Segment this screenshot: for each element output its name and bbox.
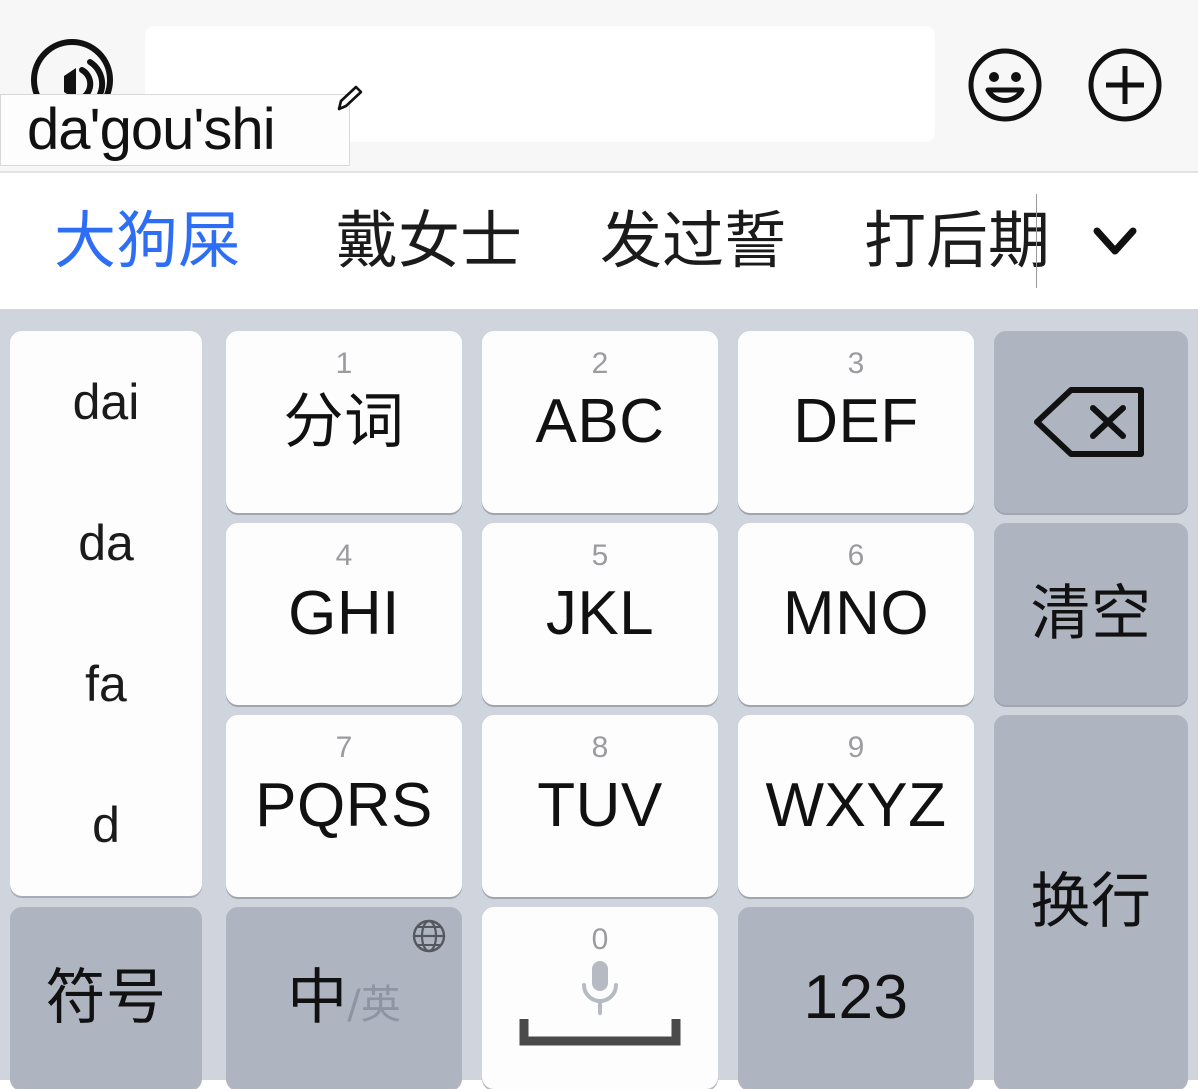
numeric-key-label: 123 bbox=[803, 963, 909, 1032]
space-key-number: 0 bbox=[591, 923, 609, 956]
symbols-key[interactable]: 符号 bbox=[10, 907, 202, 1089]
key-1-label: 分词 bbox=[283, 387, 405, 457]
key-4-ghi[interactable]: 4 GHI bbox=[226, 523, 462, 705]
key-1-fenci[interactable]: 1 分词 bbox=[226, 331, 462, 513]
key-8-tuv[interactable]: 8 TUV bbox=[482, 715, 718, 897]
key-1-number: 1 bbox=[335, 347, 353, 380]
pencil-icon[interactable] bbox=[330, 82, 366, 118]
composing-text-popup[interactable]: da'gou'shi bbox=[0, 94, 350, 166]
backspace-delete-icon bbox=[1034, 387, 1144, 457]
key-7-label: PQRS bbox=[255, 771, 433, 840]
space-key-inner: 0 bbox=[482, 907, 718, 1089]
key-6-number: 6 bbox=[847, 539, 865, 572]
chevron-down-icon bbox=[1093, 227, 1137, 255]
key-7-pqrs[interactable]: 7 PQRS bbox=[226, 715, 462, 897]
candidate-bar: 大狗屎 戴女士 发过誓 打后期 bbox=[0, 173, 1198, 309]
candidate-item-1[interactable]: 戴女士 bbox=[336, 210, 522, 272]
key-2-number: 2 bbox=[591, 347, 609, 380]
candidate-clip-divider bbox=[1036, 194, 1037, 288]
key-4-label: GHI bbox=[288, 579, 400, 648]
candidate-item-3[interactable]: 打后期 bbox=[864, 210, 1050, 272]
key-6-label: MNO bbox=[782, 579, 930, 648]
space-key[interactable]: 0 bbox=[482, 907, 718, 1089]
key-2-abc[interactable]: 2 ABC bbox=[482, 331, 718, 513]
pinyin-item-3[interactable]: d bbox=[10, 755, 202, 896]
key-4-number: 4 bbox=[335, 539, 353, 572]
key-3-number: 3 bbox=[847, 347, 865, 380]
newline-key[interactable]: 换行 bbox=[994, 715, 1188, 1089]
symbols-key-label: 符号 bbox=[45, 963, 167, 1033]
expand-candidates-button[interactable] bbox=[1075, 175, 1155, 307]
newline-key-label: 换行 bbox=[1030, 867, 1152, 937]
language-toggle-label: 中 / 英 bbox=[287, 968, 400, 1028]
pinyin-item-0[interactable]: dai bbox=[10, 331, 202, 472]
key-8-label: TUV bbox=[537, 771, 663, 840]
key-5-label: JKL bbox=[545, 579, 655, 648]
space-bar-icon bbox=[518, 1016, 682, 1047]
keyboard: dai da fa d 1 分词 2 ABC 3 DEF 4 GHI 5 JKL… bbox=[0, 309, 1198, 1089]
key-2-label: ABC bbox=[535, 387, 665, 456]
plus-circle-icon[interactable] bbox=[1086, 46, 1164, 124]
pinyin-item-1[interactable]: da bbox=[10, 472, 202, 613]
language-toggle-key[interactable]: 中 / 英 bbox=[226, 907, 462, 1089]
key-8-number: 8 bbox=[591, 731, 609, 764]
key-3-label: DEF bbox=[793, 387, 919, 456]
numeric-key[interactable]: 123 bbox=[738, 907, 974, 1089]
pinyin-item-2[interactable]: fa bbox=[10, 614, 202, 755]
candidate-list: 大狗屎 戴女士 发过誓 打后期 bbox=[0, 173, 1050, 309]
key-5-number: 5 bbox=[591, 539, 609, 572]
candidate-item-0[interactable]: 大狗屎 bbox=[54, 210, 240, 272]
message-input-bar: da'gou'shi bbox=[0, 0, 1198, 172]
pinyin-suggestion-column[interactable]: dai da fa d bbox=[10, 331, 202, 896]
key-7-number: 7 bbox=[335, 731, 353, 764]
key-3-def[interactable]: 3 DEF bbox=[738, 331, 974, 513]
language-separator: / bbox=[347, 982, 361, 1028]
clear-key-label: 清空 bbox=[1030, 579, 1152, 649]
backspace-key[interactable] bbox=[994, 331, 1188, 513]
composing-pinyin-text: da'gou'shi bbox=[27, 97, 276, 162]
language-english-label: 英 bbox=[360, 982, 401, 1028]
key-9-label: WXYZ bbox=[765, 771, 947, 840]
smiley-face-icon[interactable] bbox=[966, 46, 1044, 124]
key-9-number: 9 bbox=[847, 731, 865, 764]
language-chinese-label: 中 bbox=[287, 963, 348, 1033]
candidate-item-2[interactable]: 发过誓 bbox=[600, 210, 786, 272]
key-9-wxyz[interactable]: 9 WXYZ bbox=[738, 715, 974, 897]
globe-icon bbox=[410, 917, 448, 955]
key-5-jkl[interactable]: 5 JKL bbox=[482, 523, 718, 705]
microphone-icon[interactable] bbox=[578, 959, 622, 1017]
key-6-mno[interactable]: 6 MNO bbox=[738, 523, 974, 705]
clear-key[interactable]: 清空 bbox=[994, 523, 1188, 705]
